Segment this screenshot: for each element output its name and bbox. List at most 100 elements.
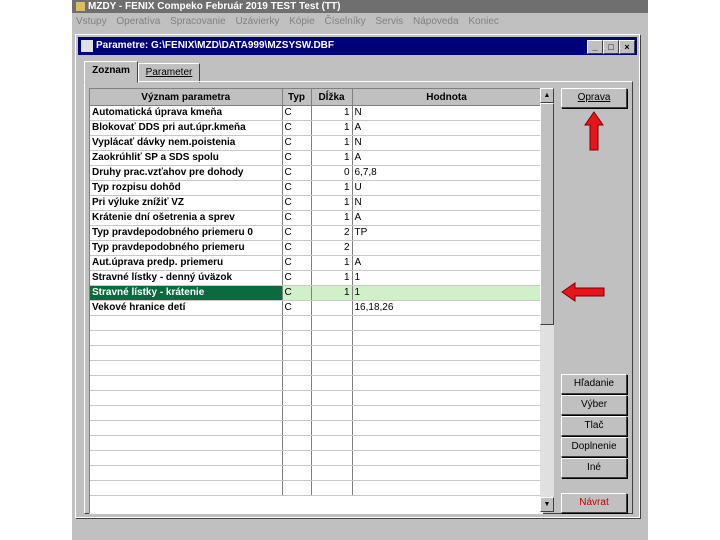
cell-value: A [352, 210, 542, 226]
cell-value: 1 [352, 285, 542, 301]
tab-parameter[interactable]: Parameter [138, 63, 200, 83]
cell-length: 2 [311, 240, 353, 256]
cell-value [352, 480, 542, 496]
cell-type [282, 345, 312, 361]
tab-zoznam[interactable]: Zoznam [84, 61, 138, 83]
table-row[interactable]: Zaokrúhliť SP a SDS spolu C 1 A [90, 150, 542, 166]
col-header-typ[interactable]: Typ [282, 89, 312, 106]
cell-value [352, 465, 542, 481]
cell-length: 1 [311, 120, 353, 136]
cell-name [90, 315, 283, 331]
ine-button[interactable]: Iné [561, 458, 627, 478]
table-header: Význam parametra Typ Dĺžka Hodnota [90, 89, 542, 106]
cell-name [90, 405, 283, 421]
cell-type [282, 420, 312, 436]
cell-type: C [282, 165, 312, 181]
menu-item-vstupy[interactable]: Vstupy [76, 16, 107, 27]
table-row[interactable] [90, 315, 542, 331]
cell-value [352, 420, 542, 436]
scroll-thumb[interactable] [540, 103, 554, 325]
table-row[interactable]: Typ pravdepodobného priemeru 0 C 2 TP [90, 225, 542, 241]
table-row[interactable] [90, 420, 542, 436]
cell-name [90, 465, 283, 481]
cell-value [352, 390, 542, 406]
table-row[interactable]: Automatická úprava kmeňa C 1 N [90, 105, 542, 121]
cell-name [90, 360, 283, 376]
cell-type: C [282, 195, 312, 211]
table-row[interactable]: Blokovať DDS pri aut.úpr.kmeňa C 1 A [90, 120, 542, 136]
menu-item-operativa[interactable]: Operatíva [116, 16, 160, 27]
menu-item-koniec[interactable]: Koniec [468, 16, 499, 27]
doplnenie-button[interactable]: Doplnenie [561, 437, 627, 457]
menu-item-servis[interactable]: Servis [375, 16, 403, 27]
table-row[interactable]: Typ rozpisu dohôd C 1 U [90, 180, 542, 196]
menu-item-spracovanie[interactable]: Spracovanie [170, 16, 226, 27]
table-row[interactable] [90, 480, 542, 496]
red-up-arrow-icon [584, 111, 604, 151]
cell-type: C [282, 120, 312, 136]
table-row[interactable]: Krátenie dní ošetrenia a sprev C 1 A [90, 210, 542, 226]
cell-value [352, 330, 542, 346]
cell-type: C [282, 285, 312, 301]
app-title: MZDY - FENIX Compeko Február 2019 TEST T… [88, 1, 341, 12]
table-row[interactable] [90, 330, 542, 346]
col-header-vyznam[interactable]: Význam parametra [90, 89, 283, 106]
scroll-down-icon[interactable]: ▼ [540, 497, 554, 512]
hladanie-button[interactable]: Hľadanie [561, 374, 627, 394]
close-button[interactable]: × [619, 40, 635, 54]
table-row[interactable] [90, 405, 542, 421]
cell-type: C [282, 105, 312, 121]
table-row[interactable] [90, 465, 542, 481]
oprava-button[interactable]: Oprava [561, 88, 627, 108]
menu-bar: Vstupy Operatíva Spracovanie Uzávierky K… [72, 13, 648, 31]
window-title-bar: Parametre: G:\FENIX\MZD\DATA999\MZSYSW.D… [78, 37, 637, 55]
vertical-scrollbar[interactable]: ▲ ▼ [540, 88, 554, 512]
table-row[interactable] [90, 375, 542, 391]
cell-type [282, 435, 312, 451]
table-row[interactable]: Typ pravdepodobného priemeru C 2 [90, 240, 542, 256]
menu-item-ciselniky[interactable]: Číselníky [324, 16, 365, 27]
table-row[interactable] [90, 450, 542, 466]
table-row[interactable] [90, 435, 542, 451]
cell-type [282, 330, 312, 346]
cell-value [352, 360, 542, 376]
cell-type: C [282, 150, 312, 166]
tlac-button[interactable]: Tlač [561, 416, 627, 436]
cell-value [352, 435, 542, 451]
table-row[interactable]: Vyplácať dávky nem.poistenia C 1 N [90, 135, 542, 151]
cell-value [352, 345, 542, 361]
cell-name: Druhy prac.vzťahov pre dohody [90, 165, 283, 181]
scroll-up-icon[interactable]: ▲ [540, 88, 554, 103]
cell-name [90, 390, 283, 406]
table-row[interactable]: Aut.úprava predp. priemeru C 1 A [90, 255, 542, 271]
parameters-table[interactable]: Význam parametra Typ Dĺžka Hodnota Autom… [89, 88, 543, 514]
cell-type [282, 465, 312, 481]
table-row[interactable]: Stravné lístky - denný úväzok C 1 1 [90, 270, 542, 286]
table-row[interactable]: Vekové hranice detí C 16,18,26 [90, 300, 542, 316]
cell-length: 1 [311, 255, 353, 271]
cell-name [90, 330, 283, 346]
menu-item-napoveda[interactable]: Nápoveda [413, 16, 459, 27]
app-title-bar: MZDY - FENIX Compeko Február 2019 TEST T… [72, 0, 648, 13]
menu-item-kopie[interactable]: Kópie [289, 16, 315, 27]
vyber-button[interactable]: Výber [561, 395, 627, 415]
cell-length: 1 [311, 150, 353, 166]
cell-length [311, 345, 353, 361]
table-row[interactable]: Pri výluke znížiť VZ C 1 N [90, 195, 542, 211]
navrat-button[interactable]: Návrat [561, 493, 627, 513]
maximize-button[interactable]: □ [603, 40, 619, 54]
table-row[interactable] [90, 390, 542, 406]
col-header-dlzka[interactable]: Dĺžka [311, 89, 353, 106]
cell-length [311, 375, 353, 391]
col-header-hodnota[interactable]: Hodnota [352, 89, 542, 106]
cell-length [311, 465, 353, 481]
table-row[interactable]: Druhy prac.vzťahov pre dohody C 0 6,7,8 [90, 165, 542, 181]
cell-type: C [282, 255, 312, 271]
table-row[interactable] [90, 360, 542, 376]
cell-length: 1 [311, 270, 353, 286]
minimize-button[interactable]: _ [587, 40, 603, 54]
table-row[interactable]: Stravné lístky - krátenie C 1 1 [90, 285, 542, 301]
cell-value: A [352, 150, 542, 166]
table-row[interactable] [90, 345, 542, 361]
menu-item-uzavierky[interactable]: Uzávierky [235, 16, 279, 27]
